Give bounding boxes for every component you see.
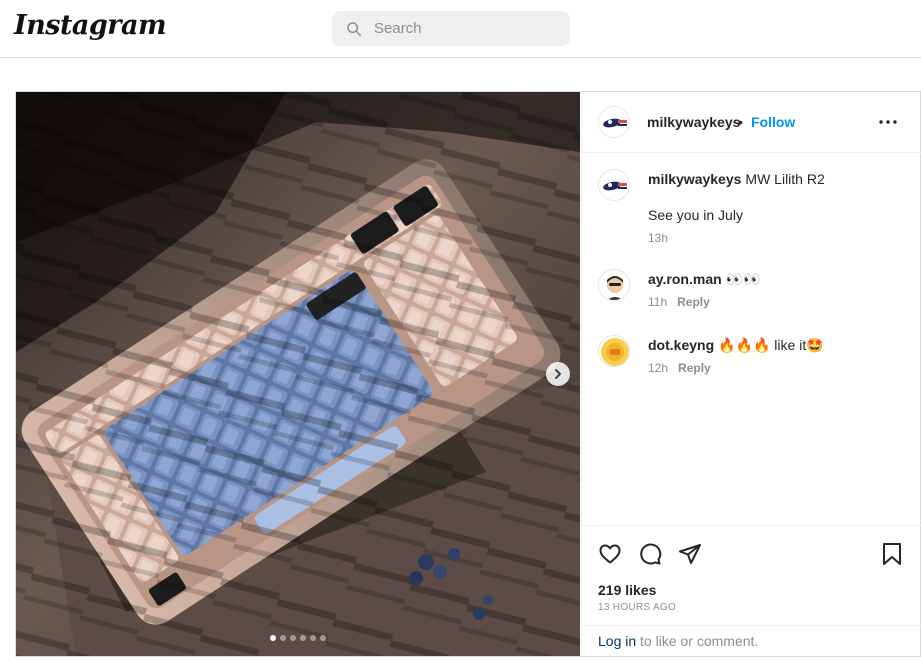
author-avatar[interactable] — [598, 106, 630, 138]
comment-item: dot.keyng 🔥🔥🔥 like it🤩 12h Reply — [582, 335, 921, 379]
comment-text: ay.ron.man 👀👀 — [648, 271, 761, 288]
reply-button[interactable]: Reply — [677, 295, 710, 309]
like-button[interactable] — [597, 541, 623, 567]
comment-item: ay.ron.man 👀👀 11h Reply — [582, 269, 921, 313]
reply-button[interactable]: Reply — [678, 361, 711, 375]
caption-author-avatar[interactable] — [598, 169, 630, 201]
share-button[interactable] — [677, 541, 703, 567]
share-icon — [679, 544, 701, 564]
author-username[interactable]: milkywaykeys — [647, 114, 740, 130]
post-media[interactable] — [16, 92, 580, 656]
search-box[interactable] — [332, 11, 570, 46]
keyboard-photo — [16, 92, 580, 656]
header-separator: • — [738, 114, 743, 130]
post-timestamp[interactable]: 13 HOURS AGO — [598, 602, 676, 613]
carousel-dot — [300, 635, 306, 641]
more-options-icon — [879, 120, 897, 124]
post-dialog: milkywaykeys • Follow milkywaykeys MW Li… — [15, 91, 921, 657]
comment-username[interactable]: ay.ron.man — [648, 271, 722, 287]
post-side-panel: milkywaykeys • Follow milkywaykeys MW Li… — [581, 92, 921, 656]
top-nav: Instagram — [0, 0, 921, 58]
save-button[interactable] — [879, 541, 905, 567]
carousel-dot-active — [270, 635, 276, 641]
login-prompt: Log in to like or comment. — [582, 625, 921, 656]
comment-meta: 12h Reply — [648, 361, 711, 375]
post-actions — [582, 525, 921, 575]
carousel-dot — [310, 635, 316, 641]
comment-time: 12h — [648, 361, 669, 375]
caption-text: milkywaykeys MW Lilith R2 — [648, 171, 825, 187]
caption-title: MW Lilith R2 — [745, 171, 825, 187]
carousel-dot — [280, 635, 286, 641]
post-header: milkywaykeys • Follow — [582, 92, 921, 153]
search-input[interactable] — [374, 20, 554, 37]
cartoon-avatar — [599, 270, 629, 300]
carousel-dot — [290, 635, 296, 641]
caption: milkywaykeys MW Lilith R2 See you in July… — [582, 169, 921, 245]
comment-username[interactable]: dot.keyng — [648, 337, 714, 353]
milkywaykeys-logo — [599, 170, 629, 200]
bookmark-icon — [883, 543, 901, 565]
milkywaykeys-logo — [599, 107, 629, 137]
carousel-dot — [320, 635, 326, 641]
comment-text: dot.keyng 🔥🔥🔥 like it🤩 — [648, 337, 824, 354]
caption-line2: See you in July — [648, 207, 743, 223]
comment-time: 11h — [648, 295, 668, 309]
chevron-right-icon — [555, 369, 561, 379]
yellow-badge-avatar — [599, 336, 629, 366]
comment-icon — [640, 543, 662, 565]
comment-body: 👀👀 — [725, 271, 761, 287]
caption-time: 13h — [648, 231, 669, 245]
more-options-button[interactable] — [878, 112, 898, 132]
likes-count[interactable]: 219 likes — [598, 582, 656, 598]
heart-icon — [599, 544, 621, 564]
search-icon — [347, 21, 362, 36]
next-image-button[interactable] — [546, 362, 570, 386]
comment-button[interactable] — [637, 541, 663, 567]
comment-body: 🔥🔥🔥 like it🤩 — [718, 337, 824, 353]
follow-button[interactable]: Follow — [751, 114, 795, 130]
login-link[interactable]: Log in — [598, 633, 636, 649]
instagram-logo[interactable]: Instagram — [14, 10, 167, 41]
commenter-avatar[interactable] — [598, 269, 630, 301]
comment-meta: 11h Reply — [648, 295, 710, 309]
commenter-avatar[interactable] — [598, 335, 630, 367]
carousel-indicator — [270, 635, 326, 641]
caption-username[interactable]: milkywaykeys — [648, 171, 741, 187]
login-prompt-text: to like or comment. — [636, 633, 759, 649]
